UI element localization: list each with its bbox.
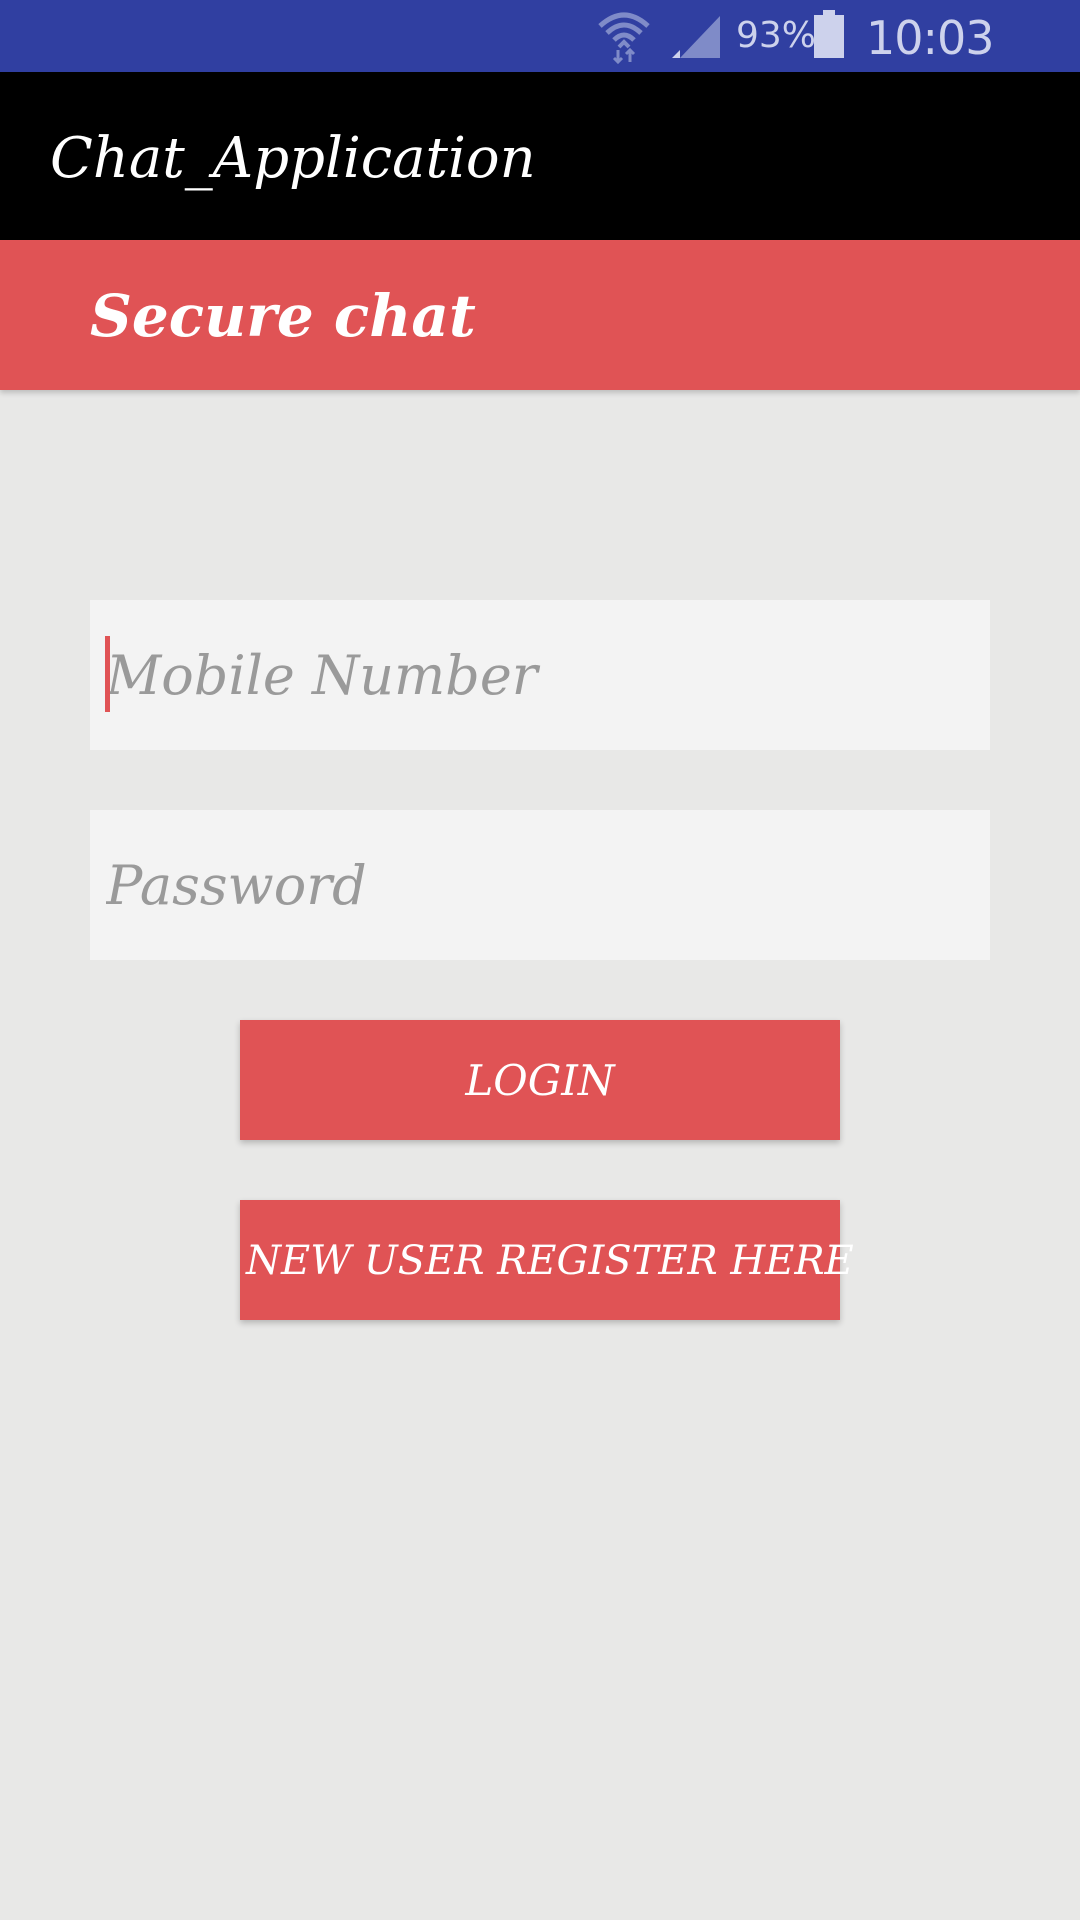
app-bar: Chat_Application — [0, 72, 1080, 240]
status-bar: 93% 10:03 a.m. — [0, 0, 1080, 121]
password-field[interactable] — [90, 810, 990, 960]
app-title: Chat_Application — [50, 126, 536, 191]
battery-icon — [814, 10, 844, 58]
mobile-number-field[interactable] — [90, 600, 990, 750]
text-cursor — [105, 636, 110, 712]
battery-percent: 93% — [736, 15, 817, 56]
login-button[interactable]: LOGIN — [240, 1020, 840, 1140]
cell-signal-icon — [672, 16, 720, 58]
wifi-icon — [598, 12, 650, 64]
password-input[interactable] — [90, 810, 990, 960]
page-title: Secure chat — [90, 282, 476, 350]
mobile-number-input[interactable] — [90, 600, 990, 750]
register-button[interactable]: NEW USER REGISTER HERE — [240, 1200, 854, 1320]
secure-chat-header: Secure chat — [0, 240, 1080, 390]
